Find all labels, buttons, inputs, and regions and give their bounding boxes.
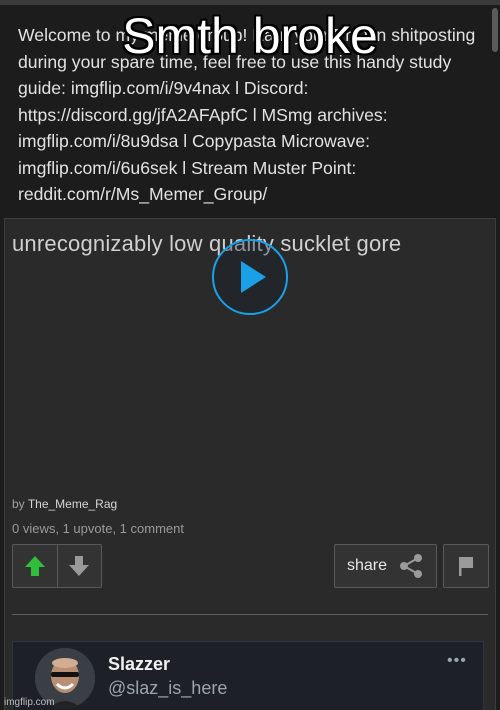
byline: by The_Meme_Rag bbox=[12, 497, 117, 511]
meme-caption: Smth broke bbox=[122, 8, 378, 64]
post-card: unrecognizably low quality sucklet gore … bbox=[4, 218, 496, 710]
author-link[interactable]: The_Meme_Rag bbox=[28, 497, 117, 511]
flag-icon bbox=[459, 557, 473, 576]
watermark: imgflip.com bbox=[4, 697, 55, 708]
flag-button[interactable] bbox=[443, 544, 489, 588]
vote-group bbox=[12, 544, 102, 588]
share-label: share bbox=[347, 557, 388, 574]
share-icon bbox=[400, 554, 422, 578]
divider bbox=[12, 614, 488, 615]
by-label: by bbox=[12, 497, 25, 511]
arrow-up-icon bbox=[24, 556, 45, 576]
share-button[interactable]: share bbox=[334, 544, 437, 588]
top-bar bbox=[0, 0, 500, 5]
upvote-button[interactable] bbox=[13, 545, 57, 587]
embedded-tweet[interactable]: Slazzer @slaz_is_here ••• bbox=[12, 641, 484, 710]
user-handle: @slaz_is_here bbox=[108, 678, 228, 698]
more-options-icon[interactable]: ••• bbox=[447, 652, 467, 670]
post-stats: 0 views, 1 upvote, 1 comment bbox=[12, 521, 184, 536]
play-icon bbox=[241, 261, 266, 293]
post-title[interactable]: unrecognizably low quality sucklet gore bbox=[12, 231, 401, 257]
downvote-button[interactable] bbox=[56, 545, 101, 587]
play-button[interactable] bbox=[212, 239, 288, 315]
arrow-down-icon bbox=[69, 556, 90, 576]
display-name: Slazzer bbox=[108, 654, 171, 674]
